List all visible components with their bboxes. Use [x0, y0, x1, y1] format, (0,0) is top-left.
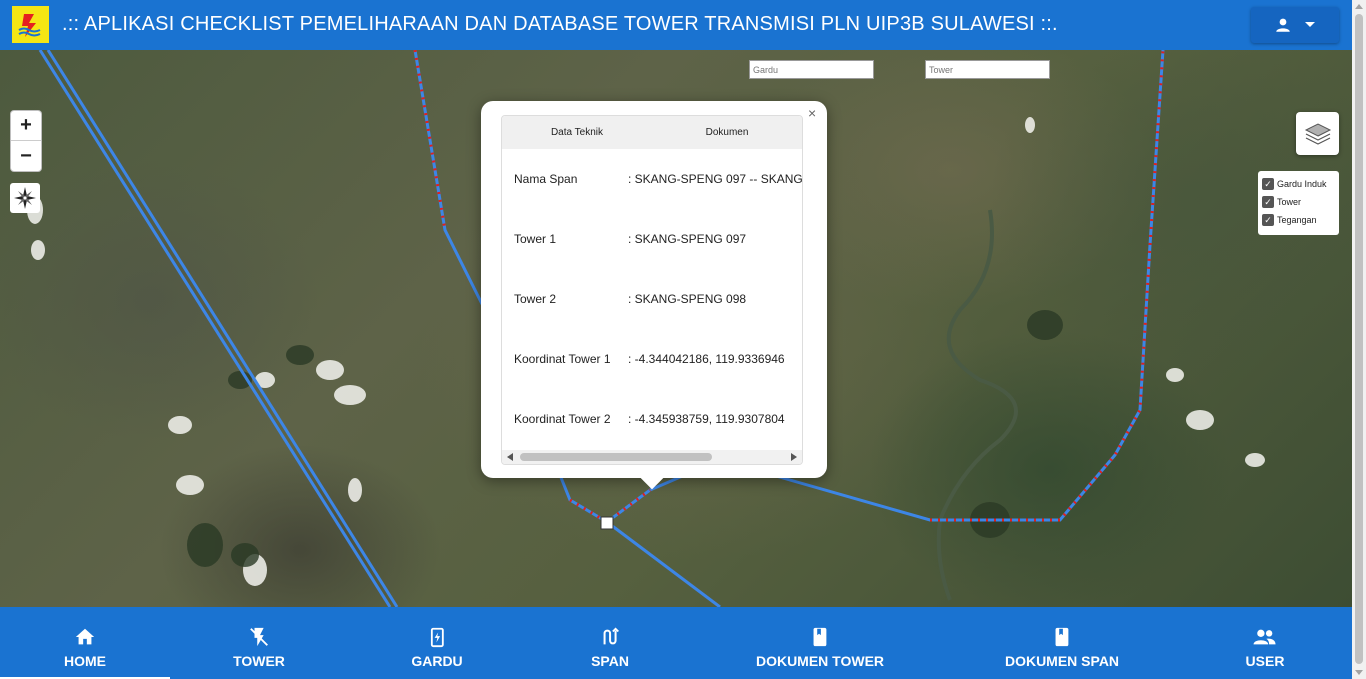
book-icon	[1051, 625, 1073, 649]
popup-tabs: Data Teknik Dokumen	[502, 116, 802, 149]
zoom-in-button[interactable]: +	[11, 111, 41, 141]
flash-off-icon	[248, 625, 270, 649]
scrollbar-thumb[interactable]	[1355, 14, 1363, 664]
detail-row: Koordinat Tower 1 : -4.344042186, 119.93…	[514, 352, 785, 368]
zoom-control: + −	[10, 110, 42, 172]
page-scrollbar[interactable]	[1352, 0, 1366, 679]
detail-value: : SKANG-SPENG 097	[628, 232, 747, 246]
detail-row: Koordinat Tower 2 : -4.345938759, 119.93…	[514, 412, 785, 428]
detail-key: Tower 2	[514, 292, 557, 306]
nav-tower[interactable]: TOWER	[233, 607, 285, 679]
route-icon	[599, 625, 621, 649]
nav-label: HOME	[64, 653, 106, 669]
detail-key: Koordinat Tower 2	[514, 412, 611, 426]
layer-tower[interactable]: ✓ Tower	[1262, 193, 1335, 211]
scroll-right-icon[interactable]	[791, 453, 797, 461]
nav-span[interactable]: SPAN	[591, 607, 629, 679]
nav-label: DOKUMEN TOWER	[755, 653, 885, 669]
nav-label: SPAN	[591, 653, 629, 669]
tower-search-input[interactable]	[925, 60, 1050, 79]
scroll-left-icon[interactable]	[507, 453, 513, 461]
nav-label: USER	[1245, 653, 1285, 669]
span-details: Nama Span : SKANG-SPENG 097 -- SKANG-SPE…	[502, 149, 802, 449]
span-info-popup: × Data Teknik Dokumen Nama Span : SKANG-…	[481, 101, 827, 490]
nav-user[interactable]: USER	[1245, 607, 1285, 679]
detail-value: : SKANG-SPENG 097 -- SKANG-SPENG 098	[628, 172, 802, 186]
bottom-navigation: HOME TOWER GARDU SPAN DOKUMEN TOWER DOKU…	[0, 607, 1352, 679]
nav-label: TOWER	[233, 653, 285, 669]
detail-key: Koordinat Tower 1	[514, 352, 611, 366]
nav-dokumen-span[interactable]: DOKUMEN SPAN	[1005, 607, 1119, 679]
nav-gardu[interactable]: GARDU	[411, 607, 463, 679]
scroll-down-icon[interactable]	[1355, 670, 1363, 675]
layer-label: Gardu Induk	[1277, 179, 1327, 189]
book-icon	[809, 625, 831, 649]
user-icon	[1276, 18, 1290, 32]
pln-logo-icon	[12, 6, 49, 43]
detail-row: Nama Span : SKANG-SPENG 097 -- SKANG-SPE…	[514, 172, 802, 188]
layer-label: Tower	[1277, 197, 1302, 207]
scrollbar-thumb[interactable]	[520, 453, 712, 461]
scroll-up-icon[interactable]	[1355, 4, 1363, 9]
nav-home[interactable]: HOME	[64, 607, 106, 679]
zoom-out-button[interactable]: −	[11, 141, 41, 171]
nav-label: DOKUMEN SPAN	[1004, 653, 1120, 669]
layers-icon	[1304, 122, 1331, 145]
layer-toggle-panel: ✓ Gardu Induk ✓ Tower ✓ Tegangan	[1258, 171, 1339, 235]
close-icon[interactable]: ×	[808, 105, 816, 121]
nav-dokumen-tower[interactable]: DOKUMEN TOWER	[756, 607, 884, 679]
tab-dokumen[interactable]: Dokumen	[652, 116, 802, 149]
detail-value: : -4.344042186, 119.9336946	[628, 352, 785, 366]
group-icon	[1253, 625, 1277, 649]
checkbox-checked-icon[interactable]: ✓	[1262, 196, 1274, 208]
popup-horizontal-scrollbar[interactable]	[502, 450, 802, 464]
detail-row: Tower 2 : SKANG-SPENG 098	[514, 292, 746, 308]
nav-label: GARDU	[411, 653, 463, 669]
tab-data-teknik[interactable]: Data Teknik	[502, 116, 652, 149]
detail-row: Tower 1 : SKANG-SPENG 097	[514, 232, 746, 248]
app-title: .:: APLIKASI CHECKLIST PEMELIHARAAN DAN …	[62, 13, 1058, 35]
detail-key: Nama Span	[514, 172, 578, 186]
popup-content: Data Teknik Dokumen Nama Span : SKANG-SP…	[501, 115, 803, 465]
battery-charging-icon	[426, 625, 448, 649]
checkbox-checked-icon[interactable]: ✓	[1262, 178, 1274, 190]
compass-icon[interactable]	[10, 183, 40, 213]
detail-key: Tower 1	[514, 232, 557, 246]
user-menu-button[interactable]	[1251, 7, 1339, 43]
detail-value: : -4.345938759, 119.9307804	[628, 412, 785, 426]
app-header: .:: APLIKASI CHECKLIST PEMELIHARAAN DAN …	[0, 0, 1352, 50]
checkbox-checked-icon[interactable]: ✓	[1262, 214, 1274, 226]
layer-label: Tegangan	[1277, 215, 1317, 225]
caret-down-icon	[1305, 22, 1315, 27]
gardu-search-input[interactable]	[749, 60, 874, 79]
layer-tegangan[interactable]: ✓ Tegangan	[1262, 211, 1335, 229]
layers-button[interactable]	[1296, 112, 1339, 155]
home-icon	[74, 625, 96, 649]
detail-value: : SKANG-SPENG 098	[628, 292, 747, 306]
layer-gardu-induk[interactable]: ✓ Gardu Induk	[1262, 175, 1335, 193]
